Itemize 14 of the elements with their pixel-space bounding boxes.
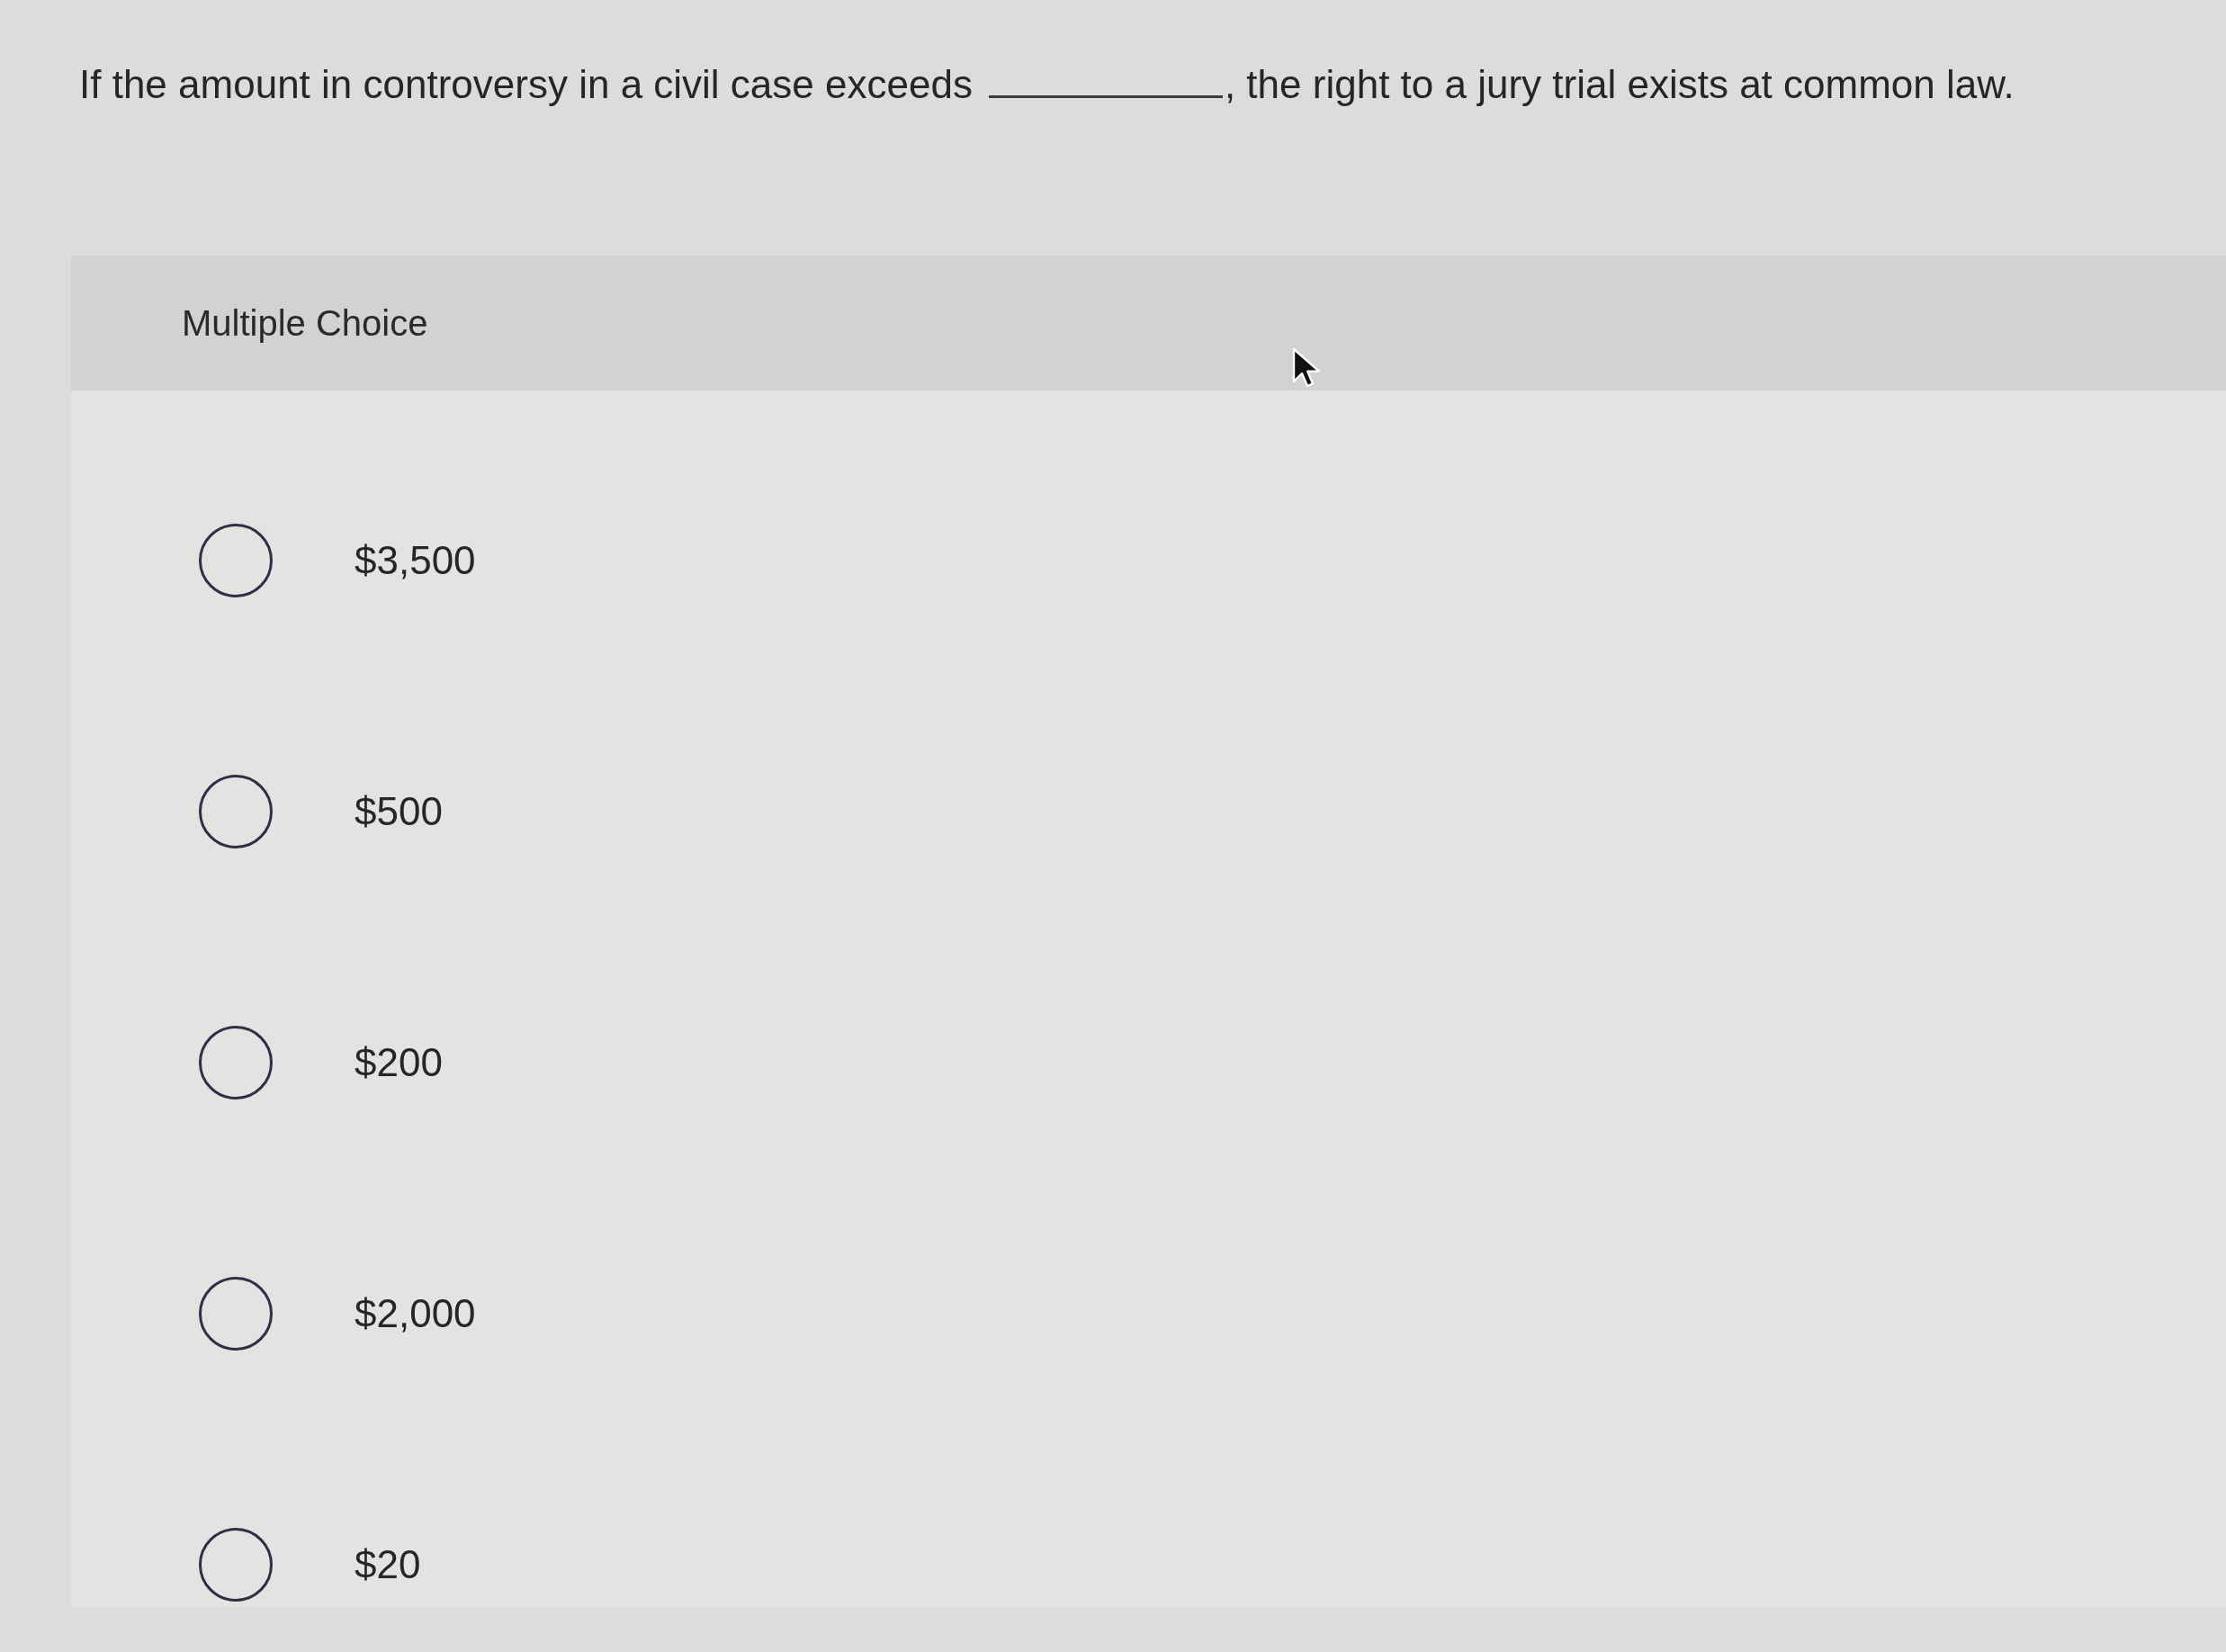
panel-title: Multiple Choice <box>182 302 428 345</box>
option-label[interactable]: $2,000 <box>355 1283 476 1343</box>
radio-button[interactable] <box>199 1527 273 1602</box>
radio-button[interactable] <box>199 523 273 597</box>
question-text: , the right to a jury trial exists at common law. <box>1224 61 2015 108</box>
option-label[interactable]: $3,500 <box>355 530 476 590</box>
radio-button[interactable] <box>199 1025 273 1100</box>
mouse-pointer-icon <box>1292 347 1323 389</box>
option-label[interactable]: $500 <box>355 781 443 841</box>
radio-button[interactable] <box>199 774 273 848</box>
radio-button[interactable] <box>199 1276 273 1351</box>
option-label[interactable]: $20 <box>355 1534 421 1594</box>
question-text: If the amount in controversy in a civil case exceeds <box>79 61 973 108</box>
option-label[interactable]: $200 <box>355 1032 443 1092</box>
